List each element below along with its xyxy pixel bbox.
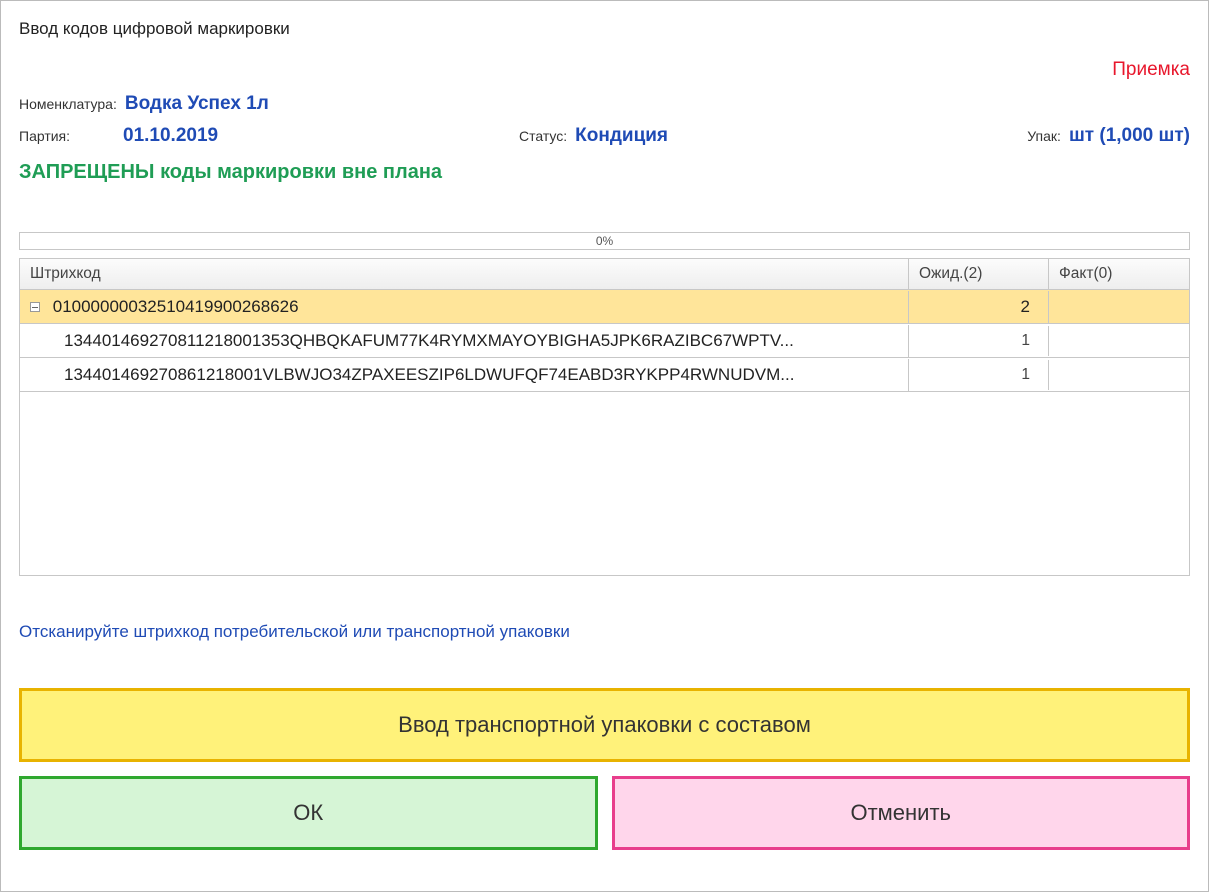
transport-package-button[interactable]: Ввод транспортной упаковки с составом	[19, 688, 1190, 762]
row-fact	[1049, 335, 1189, 347]
party-label: Партия:	[19, 128, 115, 144]
barcode-table: Штрихкод Ожид.(2) Факт(0) 01000000032510…	[19, 258, 1190, 576]
collapse-icon[interactable]	[30, 302, 40, 312]
group-expected: 2	[909, 291, 1049, 323]
header-fact[interactable]: Факт(0)	[1049, 259, 1189, 289]
row-fact	[1049, 369, 1189, 381]
party-value: 01.10.2019	[123, 125, 218, 147]
group-barcode: 0100000003251041990026862​6	[53, 297, 299, 316]
table-group-row[interactable]: 0100000003251041990026862​6 2	[20, 290, 1189, 324]
nomenclature-label: Номенклатура:	[19, 96, 117, 112]
row-barcode: 1344014692708612180​01VLBWJO34ZPAXEESZIP…	[20, 359, 909, 391]
pack-row: Упак: шт (1,000 шт)	[1027, 125, 1190, 147]
status-label: Статус:	[519, 128, 567, 144]
table-header: Штрихкод Ожид.(2) Факт(0)	[20, 259, 1189, 290]
progress-value: 0%	[596, 234, 613, 248]
page-title: Ввод кодов цифровой маркировки	[19, 19, 1190, 39]
status-value: Кондиция	[575, 125, 668, 147]
nomenclature-row: Номенклатура: Водка Успех 1л	[19, 93, 1190, 115]
header-barcode[interactable]: Штрихкод	[20, 259, 909, 289]
scan-prompt: Отсканируйте штрихкод потребительской ил…	[19, 622, 1190, 642]
warning-message: ЗАПРЕЩЕНЫ коды маркировки вне плана	[19, 161, 1190, 184]
pack-value: шт (1,000 шт)	[1069, 125, 1190, 147]
table-row[interactable]: 1344014692708612180​01VLBWJO34ZPAXEESZIP…	[20, 358, 1189, 392]
nomenclature-value: Водка Успех 1л	[125, 93, 269, 115]
pack-label: Упак:	[1027, 128, 1061, 144]
mode-label: Приемка	[19, 59, 1190, 81]
header-expected[interactable]: Ожид.(2)	[909, 259, 1049, 289]
party-row: Партия: 01.10.2019	[19, 125, 519, 147]
ok-button[interactable]: ОК	[19, 776, 598, 850]
row-expected: 1	[909, 360, 1049, 390]
row-expected: 1	[909, 326, 1049, 356]
progress-bar: 0%	[19, 232, 1190, 250]
row-barcode: 1344014692708112180013​53QHBQKAFUM77K4RY…	[20, 325, 909, 357]
table-row[interactable]: 1344014692708112180013​53QHBQKAFUM77K4RY…	[20, 324, 1189, 358]
cancel-button[interactable]: Отменить	[612, 776, 1191, 850]
status-row: Статус: Кондиция	[519, 125, 1027, 147]
group-fact	[1049, 301, 1189, 313]
